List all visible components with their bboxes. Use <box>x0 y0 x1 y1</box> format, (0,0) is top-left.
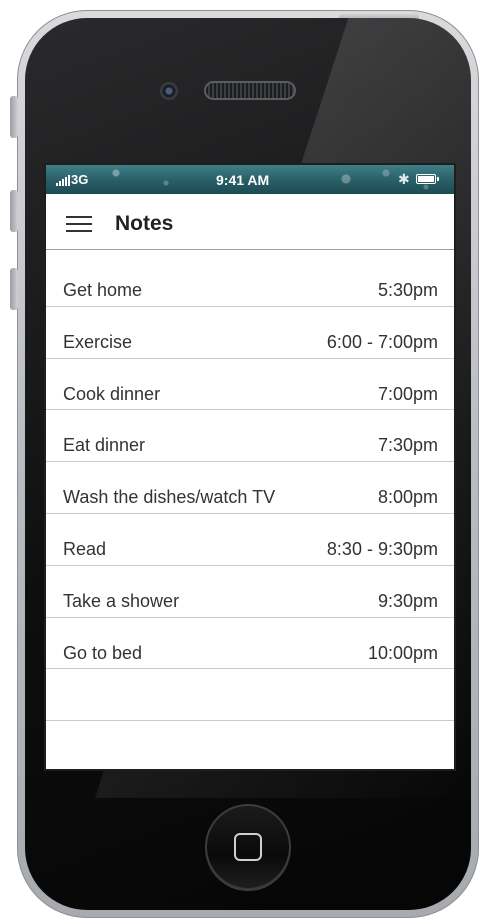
note-time: 8:30 - 9:30pm <box>326 538 438 559</box>
note-label: Wash the dishes/watch TV <box>63 487 276 508</box>
list-item[interactable]: Wash the dishes/watch TV 8:00pm <box>46 462 454 514</box>
list-item-empty[interactable] <box>46 669 454 722</box>
note-label: Eat dinner <box>63 435 146 456</box>
notes-list: Get home 5:30pm Exercise 6:00 - 7:00pm C… <box>46 255 454 769</box>
home-square-icon <box>234 833 262 861</box>
note-time: 9:30pm <box>377 590 438 611</box>
note-label: Go to bed <box>63 642 143 663</box>
list-item[interactable]: Read 8:30 - 9:30pm <box>46 514 454 566</box>
mute-switch[interactable] <box>10 96 18 138</box>
list-item[interactable]: Take a shower 9:30pm <box>46 566 454 618</box>
network-type: 3G <box>71 172 89 187</box>
battery-icon <box>416 174 439 184</box>
list-item-empty[interactable] <box>46 721 454 769</box>
note-label: Read <box>63 538 107 559</box>
note-time: 10:00pm <box>367 642 438 663</box>
note-label: Get home <box>63 280 143 300</box>
note-time: 5:30pm <box>377 280 438 300</box>
note-time: 7:00pm <box>377 383 438 404</box>
status-time: 9:41 AM <box>216 172 270 188</box>
status-bar: 3G 9:41 AM ✱ <box>46 165 454 194</box>
note-label: Exercise <box>63 331 133 352</box>
list-item[interactable]: Cook dinner 7:00pm <box>46 359 454 411</box>
home-button[interactable] <box>205 804 291 890</box>
signal-strength-icon <box>56 174 70 186</box>
note-label: Cook dinner <box>63 383 161 404</box>
note-label: Take a shower <box>63 590 180 611</box>
hamburger-menu-icon[interactable] <box>66 216 92 232</box>
page-title: Notes <box>115 212 174 235</box>
screen: 3G 9:41 AM ✱ Notes Get home 5:30pm Exerc… <box>46 165 454 769</box>
app-header: Notes <box>46 194 454 250</box>
bluetooth-icon: ✱ <box>398 171 410 187</box>
note-time: 8:00pm <box>377 487 438 508</box>
front-camera-icon <box>160 82 178 100</box>
note-time: 7:30pm <box>377 435 438 456</box>
volume-up-button[interactable] <box>10 190 18 232</box>
note-time: 6:00 - 7:00pm <box>326 331 438 352</box>
earpiece-speaker <box>206 83 294 98</box>
volume-down-button[interactable] <box>10 268 18 310</box>
list-item[interactable]: Get home 5:30pm <box>46 255 454 307</box>
list-item[interactable]: Eat dinner 7:30pm <box>46 410 454 463</box>
list-item[interactable]: Exercise 6:00 - 7:00pm <box>46 307 454 359</box>
list-item[interactable]: Go to bed 10:00pm <box>46 618 454 670</box>
